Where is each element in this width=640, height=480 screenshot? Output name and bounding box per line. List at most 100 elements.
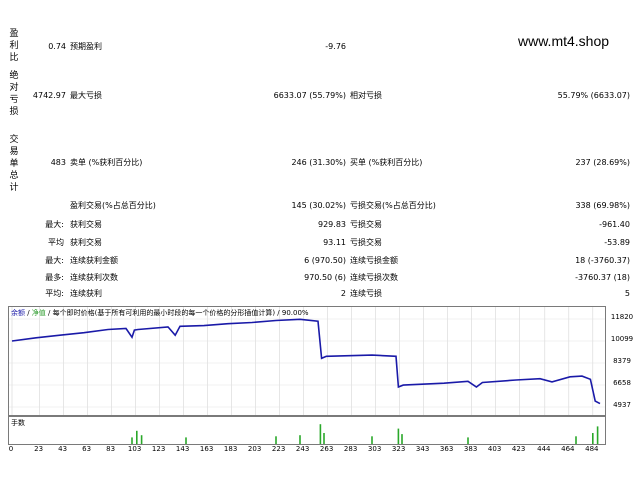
x-tick-label: 0 [8, 445, 14, 453]
max-consecutive-losses-value: 18 (-3760.37) [575, 256, 630, 265]
y-tick-label: 10099 [610, 335, 634, 343]
relative-drawdown-value: 55.79% (6633.07) [557, 91, 630, 100]
profit-trades-value: 145 (30.02%) [291, 201, 346, 210]
largest-loss-value: -961.40 [599, 220, 630, 229]
profit-trades-label: 盈利交易(%占总百分比) [70, 201, 156, 210]
loss-trades-value: 338 (69.98%) [575, 201, 630, 210]
absolute-drawdown-value: 4742.97 [32, 91, 66, 100]
y-tick-label: 11820 [610, 313, 634, 321]
maximal-drawdown-label: 最大亏损 [70, 91, 102, 100]
x-tick-label: 263 [319, 445, 334, 453]
x-tick-label: 63 [82, 445, 92, 453]
x-tick-label: 223 [271, 445, 286, 453]
maximal-consecutive-loss-value: -3760.37 (18) [575, 273, 630, 282]
volume-bar [371, 436, 373, 444]
largest-loss-label: 亏损交易 [350, 220, 382, 229]
volume-bar [185, 437, 187, 444]
max-consecutive-losses-label: 连续亏损金额 [350, 256, 398, 265]
side-label-total-trades: 交易单总计 [9, 135, 19, 193]
chart-header: 余额 / 净值 / 每个即时价格(基于所有可利用的最小时段的每一个价格的分形插值… [11, 308, 309, 318]
report-stats: www.mt4.shop 盈利比 绝对亏损 交易单总计 0.74 预期盈利 -9… [0, 0, 640, 300]
volume-bar [319, 424, 322, 444]
volume-bar [275, 436, 277, 444]
volume-bar [299, 435, 301, 444]
x-tick-label: 444 [537, 445, 551, 453]
volume-bar [596, 426, 599, 444]
largest-prefix: 最大: [45, 220, 64, 229]
average-loss-value: -53.89 [604, 238, 630, 247]
balance-chart-plot [9, 307, 605, 415]
average-consecutive-wins-label: 连续获利 [70, 289, 102, 298]
volume-bar [131, 437, 133, 444]
average-profit-label: 获利交易 [70, 238, 102, 247]
y-tick-label: 8379 [613, 356, 631, 365]
long-positions-value: 237 (28.69%) [575, 158, 630, 167]
watermark: www.mt4.shop [518, 33, 610, 49]
volume-label: 手数 [11, 419, 25, 427]
expected-payoff-value: -9.76 [325, 42, 346, 51]
average-consecutive-wins-value: 2 [340, 289, 346, 298]
x-tick-label: 143 [175, 445, 190, 453]
volume-chart: 手数 [8, 416, 606, 445]
x-tick-label: 23 [34, 445, 44, 453]
short-positions-value: 246 (31.30%) [291, 158, 346, 167]
volume-chart-plot [131, 424, 599, 444]
x-tick-label: 43 [58, 445, 68, 453]
average-prefix: 平均 [48, 238, 64, 247]
short-positions-label: 卖单 (%获利百分比) [70, 158, 143, 167]
relative-drawdown-label: 相对亏损 [350, 91, 382, 100]
largest-profit-label: 获利交易 [70, 220, 102, 229]
legend-equity: 净值 [31, 309, 46, 317]
total-trades-value: 483 [50, 158, 66, 167]
average-loss-label: 亏损交易 [350, 238, 382, 247]
x-tick-label: 163 [199, 445, 214, 453]
side-label-profit-factor: 盈利比 [9, 29, 19, 63]
side-label-absolute-drawdown: 绝对亏损 [9, 71, 19, 117]
legend-sep: / [25, 309, 32, 317]
max-consecutive-wins-label: 连续获利金额 [70, 256, 118, 265]
volume-bar [467, 437, 469, 444]
max-consecutive-wins-value: 6 (970.50) [304, 256, 346, 265]
x-tick-label: 283 [343, 445, 358, 453]
y-tick-label: 4937 [613, 401, 631, 409]
maximal-drawdown-value: 6633.07 (55.79%) [273, 91, 346, 100]
balance-chart: 余额 / 净值 / 每个即时价格(基于所有可利用的最小时段的每一个价格的分形插值… [8, 306, 606, 416]
x-tick-label: 103 [127, 445, 142, 453]
y-tick-label: 6658 [613, 378, 631, 387]
long-positions-label: 买单 (%获利百分比) [350, 158, 423, 167]
x-tick-label: 423 [511, 445, 526, 453]
x-tick-label: 464 [561, 445, 575, 453]
x-tick-label: 323 [391, 445, 406, 453]
maximal-prefix: 最多: [45, 273, 64, 282]
loss-trades-label: 亏损交易(%占总百分比) [350, 201, 436, 210]
x-tick-label: 203 [247, 445, 262, 453]
maximal-consecutive-loss-label: 连续亏损次数 [350, 273, 398, 282]
maximal-consecutive-profit-label: 连续获利次数 [70, 273, 118, 282]
average-consecutive-prefix: 平均: [45, 289, 64, 298]
x-tick-label: 343 [415, 445, 430, 453]
average-consecutive-losses-label: 连续亏损 [350, 289, 382, 298]
volume-bar [592, 433, 594, 444]
x-tick-label: 484 [585, 445, 599, 453]
legend-balance: 余额 [11, 309, 25, 317]
x-tick-label: 363 [439, 445, 454, 453]
maximum-prefix: 最大: [45, 256, 64, 265]
volume-bar [575, 436, 577, 444]
x-tick-label: 83 [106, 445, 116, 453]
volume-bar [401, 434, 403, 444]
volume-bar [323, 433, 325, 444]
x-tick-label: 403 [487, 445, 502, 453]
average-profit-value: 93.11 [323, 238, 346, 247]
chart-model-description: / 每个即时价格(基于所有可利用的最小时段的每一个价格的分形插值计算) / 90… [45, 309, 309, 317]
x-tick-label: 383 [463, 445, 478, 453]
volume-bar [140, 435, 143, 444]
largest-profit-value: 929.83 [318, 220, 346, 229]
balance-line [11, 318, 601, 405]
volume-bar [136, 430, 138, 444]
average-consecutive-losses-value: 5 [624, 289, 630, 298]
expected-payoff-label: 预期盈利 [70, 42, 102, 51]
profit-factor-value: 0.74 [48, 42, 66, 51]
x-tick-label: 183 [223, 445, 238, 453]
maximal-consecutive-profit-value: 970.50 (6) [304, 273, 346, 282]
volume-bar [397, 428, 400, 444]
